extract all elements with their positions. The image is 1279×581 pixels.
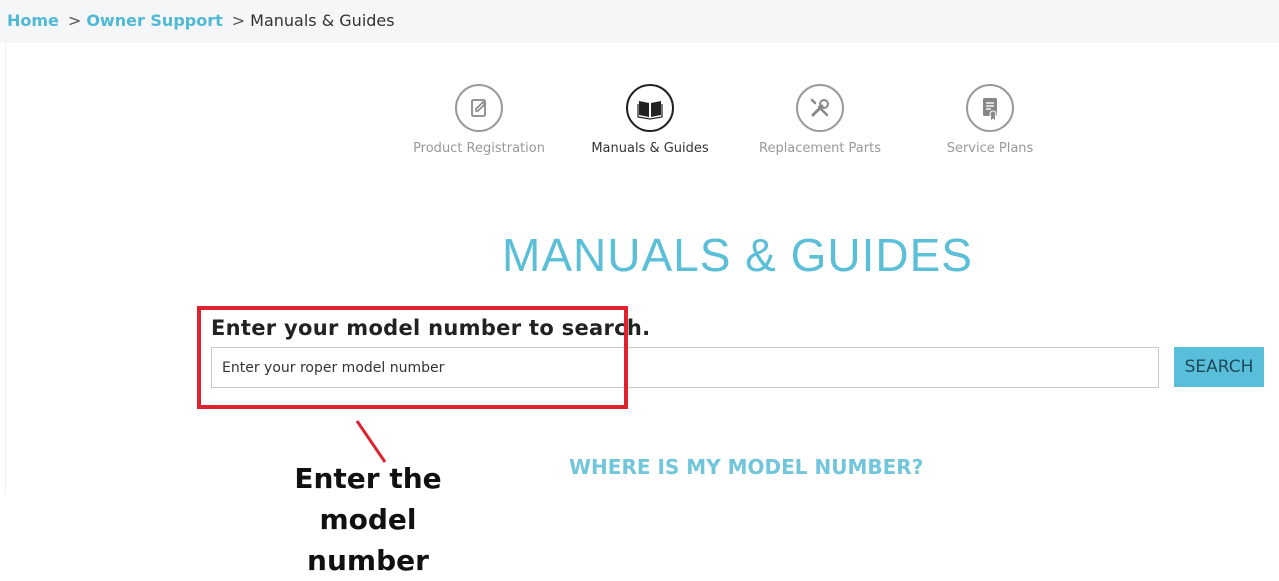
- wrench-screwdriver-icon: [810, 98, 829, 117]
- breadcrumb-current: Manuals & Guides: [250, 10, 395, 30]
- breadcrumb-separator: >: [231, 10, 246, 30]
- open-book-icon: [637, 101, 663, 120]
- nav-label: Service Plans: [946, 141, 1034, 156]
- support-nav: Product Registration Manuals & Guides Re…: [0, 84, 1279, 164]
- document-badge-icon: [983, 98, 997, 120]
- annotation-line-2: number: [307, 544, 429, 577]
- nav-service-plans[interactable]: Service Plans: [946, 84, 1034, 156]
- nav-label: Replacement Parts: [759, 141, 881, 156]
- page-title: MANUALS & GUIDES: [502, 229, 973, 281]
- annotation-line-1: Enter the model: [294, 462, 442, 536]
- edit-document-icon: [471, 99, 487, 117]
- nav-product-registration[interactable]: Product Registration: [413, 84, 545, 156]
- nav-label: Product Registration: [413, 141, 545, 156]
- nav-icon-circle: [626, 84, 674, 132]
- where-is-model-number-link[interactable]: WHERE IS MY MODEL NUMBER?: [569, 455, 923, 479]
- search-button[interactable]: SEARCH: [1174, 347, 1264, 387]
- annotation-text: Enter the model number: [248, 458, 488, 581]
- breadcrumb-home-link[interactable]: Home: [7, 11, 59, 30]
- breadcrumb: Home > Owner Support > Manuals & Guides: [7, 9, 395, 31]
- annotation-highlight-box: [197, 306, 628, 409]
- nav-label: Manuals & Guides: [591, 141, 709, 156]
- nav-manuals-guides[interactable]: Manuals & Guides: [591, 84, 709, 156]
- nav-icon-circle: [455, 84, 503, 132]
- breadcrumb-owner-support-link[interactable]: Owner Support: [86, 11, 222, 30]
- nav-icon-circle: [966, 84, 1014, 132]
- breadcrumb-separator: >: [67, 10, 82, 30]
- nav-replacement-parts[interactable]: Replacement Parts: [759, 84, 881, 156]
- nav-icon-circle: [796, 84, 844, 132]
